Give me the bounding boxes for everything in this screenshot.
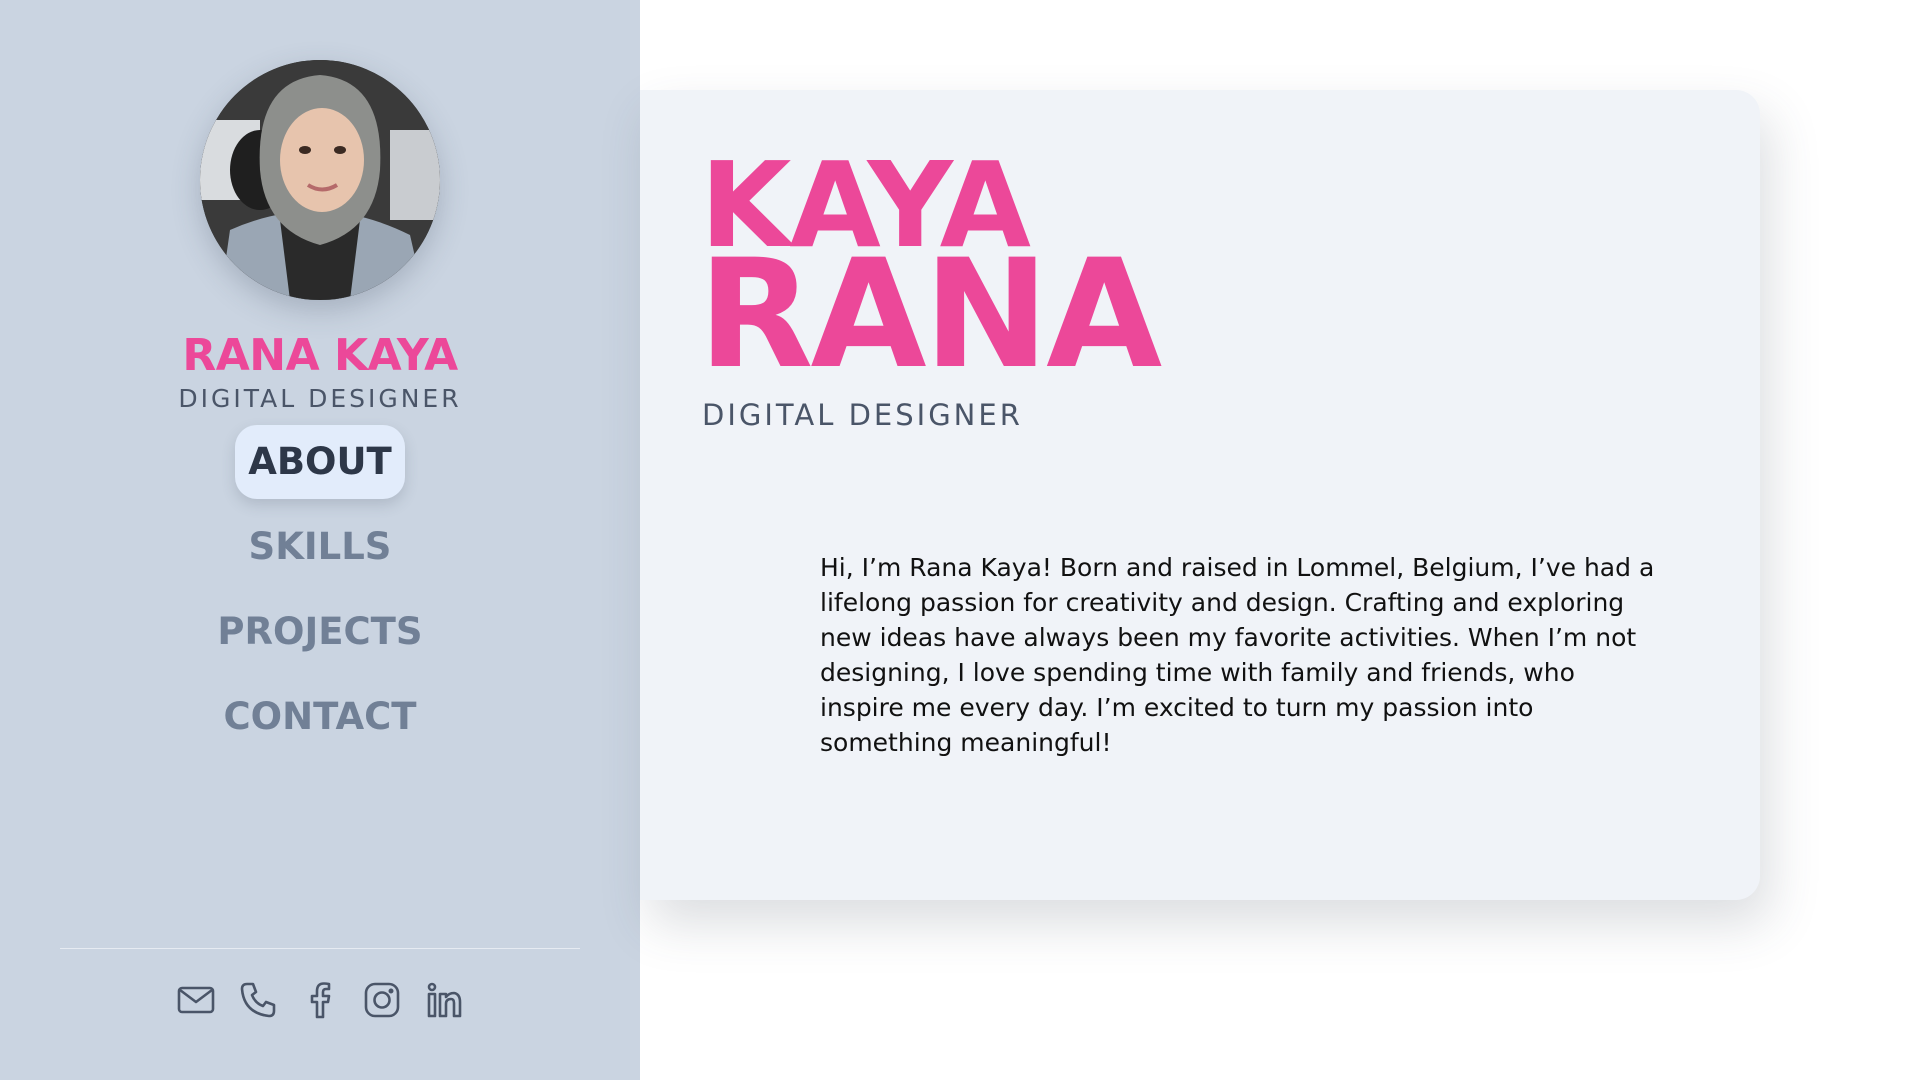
main-nav: ABOUT SKILLS PROJECTS CONTACT [0, 425, 640, 754]
facebook-icon[interactable] [300, 980, 340, 1020]
hero-role: DIGITAL DESIGNER [702, 398, 1023, 432]
nav-projects[interactable]: PROJECTS [0, 595, 640, 669]
mail-icon[interactable] [176, 980, 216, 1020]
instagram-icon[interactable] [362, 980, 402, 1020]
bio-text: Hi, I’m Rana Kaya! Born and raised in Lo… [820, 553, 1655, 757]
sidebar-name: RANA KAYA [182, 330, 458, 381]
social-links [0, 980, 640, 1020]
linkedin-icon[interactable] [424, 980, 464, 1020]
sidebar-role: DIGITAL DESIGNER [178, 384, 462, 413]
phone-icon[interactable] [238, 980, 278, 1020]
avatar-photo [200, 60, 440, 300]
nav-contact[interactable]: CONTACT [0, 680, 640, 754]
about-card: KAYA RANA DIGITAL DESIGNER Hi, I’m Rana … [640, 90, 1760, 900]
avatar [200, 60, 440, 300]
sidebar: RANA KAYA DIGITAL DESIGNER ABOUT SKILLS … [0, 0, 640, 1080]
hero-second-line: RANA [698, 228, 1162, 402]
nav-skills[interactable]: SKILLS [0, 510, 640, 584]
page: RANA KAYA DIGITAL DESIGNER ABOUT SKILLS … [0, 0, 1920, 1080]
sidebar-divider [60, 948, 580, 949]
nav-about[interactable]: ABOUT [235, 425, 405, 499]
